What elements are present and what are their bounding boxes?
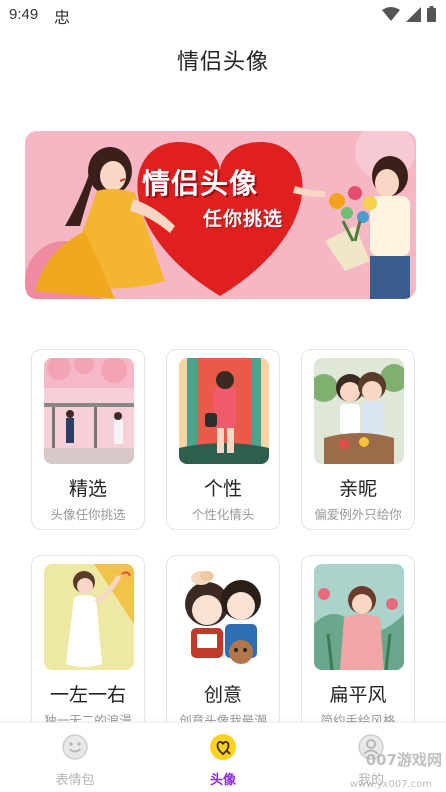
category-title: 精选 [68,478,107,500]
creative-thumbnail [179,564,269,670]
nav-label-emoji: 表情包 [55,773,95,788]
personality-illustration [179,358,269,464]
left-right-illustration [44,564,134,670]
nav-item-emoji[interactable]: 表情包 [30,733,120,788]
category-title: 一左一右 [49,684,126,706]
flat-style-thumbnail [314,564,404,670]
nav-label-avatar: 头像 [209,773,236,788]
battery-icon [427,6,436,22]
featured-thumbnail [44,358,134,464]
flat-style-illustration [314,564,404,670]
watermark: 007游戏网 [365,751,442,769]
intimate-illustration [314,358,404,464]
category-card-featured[interactable]: 精选 头像任你挑选 [31,349,145,530]
category-subtitle: 偏爱例外只给你 [314,507,402,522]
page-title: 情侣头像 [176,50,269,75]
banner-subheading: 任你挑选 [203,208,284,230]
category-subtitle: 个性化情头 [191,507,255,522]
banner-heading: 情侣头像 [142,167,259,200]
creative-illustration [179,564,269,670]
left-right-thumbnail [44,564,134,670]
smiley-icon [62,734,88,760]
status-bar: 9:49 忠 [0,0,446,30]
app-notification-icon: 忠 [54,8,71,27]
category-card-creative[interactable]: 创意 创意头像我最潮 [166,555,280,730]
category-card-left-right[interactable]: 一左一右 独一无二的浪漫 [31,555,145,730]
category-title: 个性 [203,478,242,500]
intimate-thumbnail [314,358,404,464]
signal-icon [406,6,421,22]
avatar-heart-icon [210,734,236,760]
featured-illustration [44,358,134,464]
category-title: 亲昵 [338,478,377,500]
category-title: 创意 [203,684,242,706]
status-icons [382,6,436,22]
wifi-icon [382,7,400,21]
bottom-nav: 表情包 头像 我的 007游戏网 www.yx007.com [0,722,446,792]
personality-thumbnail [179,358,269,464]
category-card-intimate[interactable]: 亲昵 偏爱例外只给你 [301,349,415,530]
category-card-personality[interactable]: 个性 个性化情头 [166,349,280,530]
status-time: 9:49 [9,6,39,23]
category-subtitle: 头像任你挑选 [50,507,126,522]
nav-item-avatar[interactable]: 头像 [178,733,268,788]
category-card-flat-style[interactable]: 扁平风 简约手绘风格 [301,555,415,730]
category-title: 扁平风 [329,684,387,706]
watermark-url: www.yx007.com [349,779,432,790]
